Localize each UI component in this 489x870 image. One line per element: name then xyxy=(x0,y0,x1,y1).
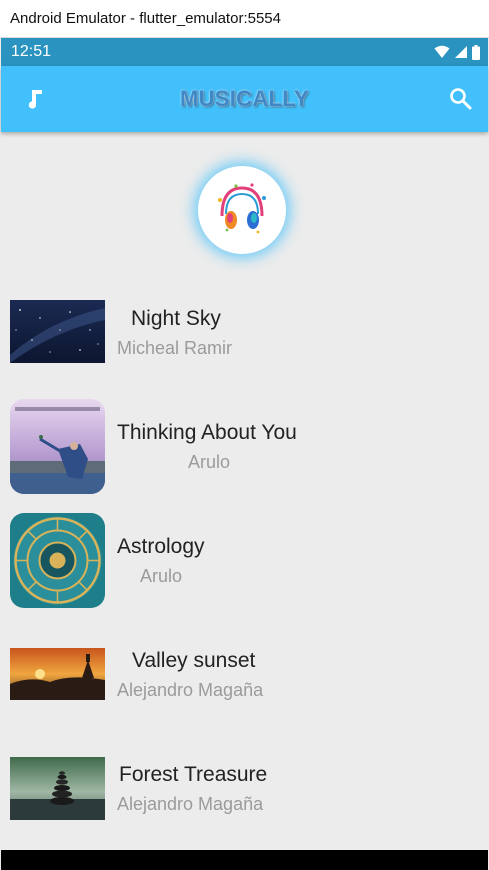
song-title: Night Sky xyxy=(131,307,221,330)
headphones-logo xyxy=(198,166,286,254)
status-bar: 12:51 xyxy=(1,38,488,66)
song-title: Thinking About You xyxy=(117,421,297,444)
valley-sunset-thumbnail xyxy=(10,648,105,700)
song-title: Astrology xyxy=(117,535,205,558)
status-icons xyxy=(434,44,480,60)
window-title: Android Emulator - flutter_emulator:5554 xyxy=(10,10,281,27)
app-title: MUSICALLY xyxy=(179,86,309,111)
status-time: 12:51 xyxy=(11,43,52,60)
song-list-item[interactable]: Astrology Arulo xyxy=(10,513,480,609)
app-bar: MUSICALLY xyxy=(1,66,488,132)
song-title: Valley sunset xyxy=(132,649,256,672)
song-artist: Alejandro Magaña xyxy=(117,794,264,814)
search-icon[interactable] xyxy=(448,86,474,112)
song-list-item[interactable]: Night Sky Micheal Ramir xyxy=(10,300,480,396)
song-artist: Alejandro Magaña xyxy=(117,680,264,700)
song-title: Forest Treasure xyxy=(119,763,268,786)
song-artist: Arulo xyxy=(188,452,231,472)
song-artist: Micheal Ramir xyxy=(117,338,233,358)
battery-icon xyxy=(472,44,480,60)
wifi-icon xyxy=(434,45,450,58)
song-list-item[interactable]: Thinking About You Arulo xyxy=(10,399,480,495)
night-sky-thumbnail xyxy=(10,300,105,363)
system-navigation-bar xyxy=(1,850,488,870)
signal-icon xyxy=(455,46,467,58)
thinking-about-you-thumbnail xyxy=(10,399,105,494)
song-list-item[interactable]: Valley sunset Alejandro Magaña xyxy=(10,643,480,739)
forest-treasure-thumbnail xyxy=(10,757,105,820)
emulator-window-title-bar: Android Emulator - flutter_emulator:5554 xyxy=(0,0,489,38)
song-list-item[interactable]: Forest Treasure Alejandro Magaña xyxy=(10,757,480,853)
headphones-logo-icon xyxy=(218,183,266,234)
song-artist: Arulo xyxy=(140,566,183,586)
astrology-thumbnail xyxy=(10,513,105,608)
